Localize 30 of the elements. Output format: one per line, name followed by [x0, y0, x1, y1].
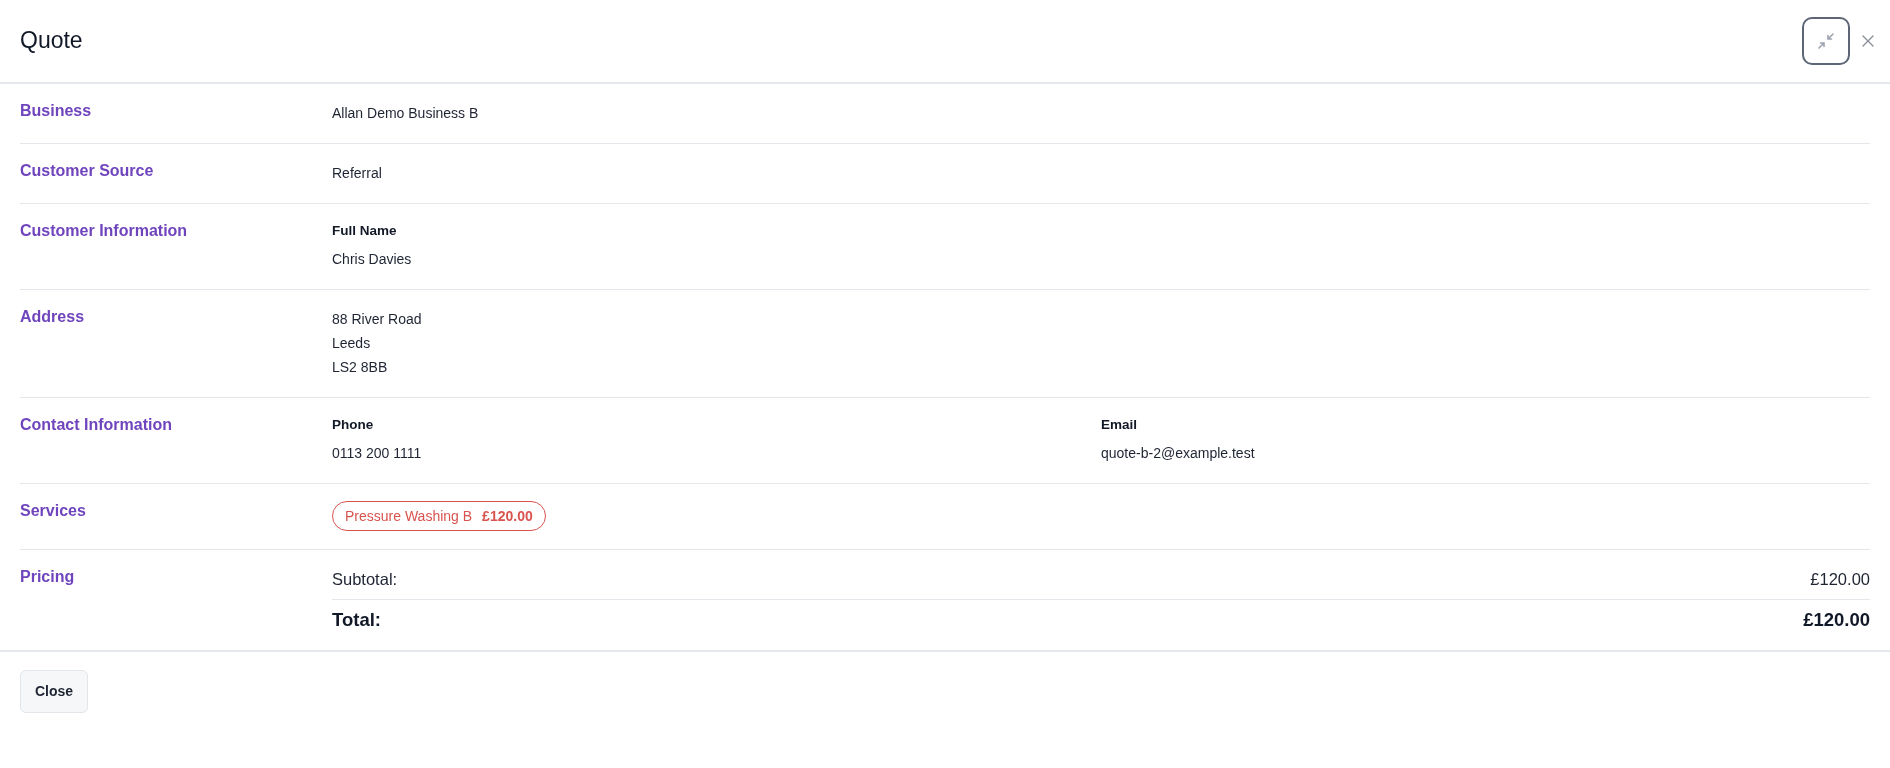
field-value: 0113 200 1111 [332, 444, 423, 463]
section-label: Services [20, 501, 87, 521]
total-amount: £120.00 [1803, 608, 1870, 632]
close-icon [1862, 35, 1874, 47]
section-label: Address [20, 307, 86, 327]
section-label: Customer Information [20, 221, 189, 241]
field-value: Referral [332, 164, 383, 183]
field-label: Full Name [332, 222, 398, 240]
minimize-button[interactable] [1802, 17, 1850, 65]
service-price: £120.00 [482, 507, 533, 526]
dialog-title: Quote [20, 27, 83, 55]
section-label: Contact Information [20, 415, 173, 435]
service-name: Pressure Washing B [345, 507, 473, 526]
field-value: Allan Demo Business B [332, 104, 480, 123]
field-value: Chris Davies [332, 250, 413, 269]
close-button[interactable] [1862, 35, 1874, 47]
subtotal-label: Subtotal: [332, 569, 398, 590]
close-button[interactable]: Close [20, 670, 89, 713]
address-line: Leeds [332, 334, 372, 353]
address-line: 88 River Road [332, 310, 423, 329]
total-label: Total: [332, 608, 381, 632]
field-label: Phone [332, 416, 375, 434]
section-label: Customer Source [20, 161, 155, 181]
address-line: LS2 8BB [332, 358, 389, 377]
subtotal-amount: £120.00 [1810, 569, 1870, 590]
minimize-icon [1817, 32, 1835, 50]
field-label: Email [1101, 416, 1139, 434]
section-label: Pricing [20, 567, 76, 587]
section-label: Business [20, 101, 93, 121]
field-value: quote-b-2@example.test [1101, 444, 1256, 463]
